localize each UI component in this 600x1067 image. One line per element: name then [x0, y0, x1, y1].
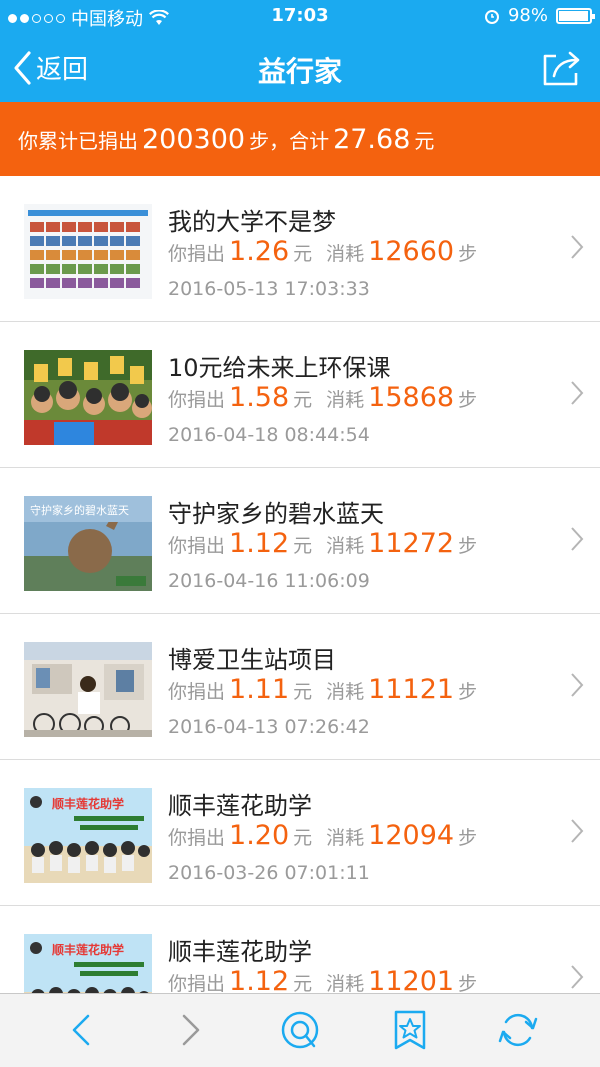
- step-count: 11272: [368, 528, 455, 559]
- donation-line: 你捐出 1.26 元消耗 12660 步: [168, 236, 477, 267]
- back-arrow-icon[interactable]: [60, 1008, 104, 1052]
- step-count: 15868: [368, 382, 455, 413]
- steps-label: 步: [458, 535, 478, 557]
- bookmark-star-icon[interactable]: [388, 1008, 432, 1052]
- donation-amount: 1.11: [229, 674, 290, 705]
- yuan-label: 元: [293, 827, 313, 849]
- forward-arrow-icon[interactable]: [168, 1008, 212, 1052]
- donation-summary: 你累计已捐出 200300 步，合计 27.68 元: [0, 102, 600, 176]
- donation-amount: 1.20: [229, 820, 290, 851]
- list-item[interactable]: 顺丰莲花助学 顺丰莲花助学 你捐出 1.12 元消耗 11201 步: [0, 906, 600, 993]
- donation-date: 2016-04-18 08:44:54: [168, 424, 370, 446]
- donated-label: 你捐出: [168, 535, 226, 557]
- steps-label: 步: [458, 389, 478, 411]
- list-item[interactable]: 顺丰莲花助学 顺丰莲花助学 你捐出 1.20 元消耗 12094 步 2016-03-2…: [0, 760, 600, 906]
- donation-amount: 1.12: [229, 528, 290, 559]
- summary-amount: 27.68: [333, 123, 411, 155]
- list-item[interactable]: 10元给未来上环保课 你捐出 1.58 元消耗 15868 步 2016-04-18 0…: [0, 322, 600, 468]
- consumed-label: 消耗: [326, 973, 365, 993]
- steps-label: 步: [458, 243, 478, 265]
- donated-label: 你捐出: [168, 973, 226, 993]
- status-bar: 中国移动 17:03 98%: [0, 0, 600, 32]
- chevron-right-icon: [571, 965, 584, 989]
- project-title: 守护家乡的碧水蓝天: [168, 500, 384, 528]
- consumed-label: 消耗: [326, 389, 365, 411]
- project-thumbnail: 顺丰莲花助学: [24, 934, 152, 993]
- summary-suffix: 元: [414, 128, 435, 153]
- donation-date: 2016-03-26 07:01:11: [168, 862, 370, 884]
- step-count: 12094: [368, 820, 455, 851]
- donation-line: 你捐出 1.58 元消耗 15868 步: [168, 382, 477, 413]
- donated-label: 你捐出: [168, 681, 226, 703]
- list-item[interactable]: 我的大学不是梦 你捐出 1.26 元消耗 12660 步 2016-05-13 17:0…: [0, 176, 600, 322]
- donated-label: 你捐出: [168, 827, 226, 849]
- project-title: 10元给未来上环保课: [168, 354, 391, 382]
- chevron-right-icon: [571, 527, 584, 551]
- yuan-label: 元: [293, 389, 313, 411]
- donated-label: 你捐出: [168, 389, 226, 411]
- donation-date: 2016-04-16 11:06:09: [168, 570, 370, 592]
- step-count: 12660: [368, 236, 455, 267]
- donation-line: 你捐出 1.11 元消耗 11121 步: [168, 674, 477, 705]
- donation-line: 你捐出 1.12 元消耗 11201 步: [168, 966, 477, 993]
- list-item[interactable]: 守护家乡的碧水蓝天 守护家乡的碧水蓝天 你捐出 1.12 元消耗 11272 步 201…: [0, 468, 600, 614]
- consumed-label: 消耗: [326, 535, 365, 557]
- steps-label: 步: [458, 973, 478, 993]
- yuan-label: 元: [293, 535, 313, 557]
- donation-amount: 1.58: [229, 382, 290, 413]
- battery-percent: 98%: [507, 5, 548, 26]
- project-thumbnail: 顺丰莲花助学: [24, 788, 152, 883]
- steps-label: 步: [458, 827, 478, 849]
- chevron-right-icon: [571, 819, 584, 843]
- step-count: 11121: [368, 674, 455, 705]
- yuan-label: 元: [293, 973, 313, 993]
- project-title: 顺丰莲花助学: [168, 792, 312, 820]
- donation-amount: 1.26: [229, 236, 290, 267]
- status-right: 98%: [484, 5, 595, 26]
- project-thumbnail: [24, 204, 152, 299]
- nav-bar: 返回 益行家: [0, 32, 600, 102]
- yuan-label: 元: [293, 243, 313, 265]
- project-thumbnail: [24, 642, 152, 737]
- project-title: 我的大学不是梦: [168, 208, 336, 236]
- chevron-right-icon: [571, 381, 584, 405]
- consumed-label: 消耗: [326, 681, 365, 703]
- donation-line: 你捐出 1.12 元消耗 11272 步: [168, 528, 477, 559]
- donated-label: 你捐出: [168, 243, 226, 265]
- step-count: 11201: [368, 966, 455, 993]
- consumed-label: 消耗: [326, 243, 365, 265]
- qq-browser-icon[interactable]: [278, 1008, 322, 1052]
- list-item[interactable]: 博爱卫生站项目 你捐出 1.11 元消耗 11121 步 2016-04-13 07:2…: [0, 614, 600, 760]
- alarm-icon: [484, 9, 499, 24]
- browser-toolbar: [0, 993, 600, 1067]
- thumbnail-caption: 守护家乡的碧水蓝天: [30, 503, 129, 517]
- donation-line: 你捐出 1.20 元消耗 12094 步: [168, 820, 477, 851]
- project-thumbnail: [24, 350, 152, 445]
- summary-mid: 步，合计: [249, 128, 330, 153]
- project-title: 顺丰莲花助学: [168, 938, 312, 966]
- chevron-right-icon: [571, 673, 584, 697]
- donation-amount: 1.12: [229, 966, 290, 993]
- chevron-right-icon: [571, 235, 584, 259]
- summary-steps: 200300: [142, 123, 246, 155]
- page-title: 益行家: [257, 55, 342, 88]
- refresh-icon[interactable]: [496, 1008, 540, 1052]
- donation-date: 2016-04-13 07:26:42: [168, 716, 370, 738]
- share-icon[interactable]: [540, 48, 584, 88]
- summary-prefix: 你累计已捐出: [18, 128, 138, 153]
- battery-icon: [556, 7, 595, 24]
- thumbnail-caption: 顺丰莲花助学: [52, 796, 124, 811]
- consumed-label: 消耗: [326, 827, 365, 849]
- steps-label: 步: [458, 681, 478, 703]
- yuan-label: 元: [293, 681, 313, 703]
- donation-date: 2016-05-13 17:03:33: [168, 278, 370, 300]
- donation-list: 我的大学不是梦 你捐出 1.26 元消耗 12660 步 2016-05-13 17:0…: [0, 176, 600, 993]
- project-thumbnail: 守护家乡的碧水蓝天: [24, 496, 152, 591]
- project-title: 博爱卫生站项目: [168, 646, 336, 674]
- thumbnail-caption: 顺丰莲花助学: [52, 942, 124, 957]
